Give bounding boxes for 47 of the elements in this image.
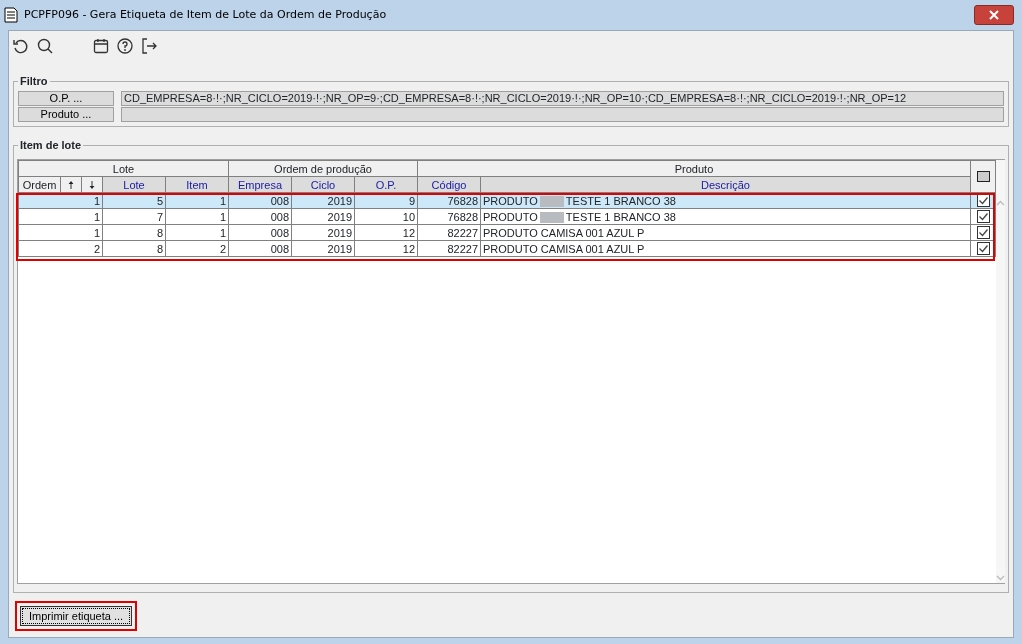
table-cell: 008 xyxy=(228,224,292,241)
group-header: Ordem de produção xyxy=(228,160,418,177)
row-checkbox[interactable] xyxy=(976,242,990,255)
table-cell: 1 xyxy=(165,208,229,225)
table-cell: 008 xyxy=(228,208,292,225)
table-cell: 8 xyxy=(102,224,166,241)
table-cell: 8 xyxy=(102,240,166,257)
table-cell: 12 xyxy=(354,240,418,257)
table-cell: 82227 xyxy=(417,224,481,241)
document-icon xyxy=(4,7,18,23)
help-icon[interactable] xyxy=(116,37,134,55)
table-cell: 2019 xyxy=(291,208,355,225)
table-cell: 008 xyxy=(228,240,292,257)
table-cell: PRODUTO CAMISA 001 AZUL P xyxy=(480,240,971,257)
table-cell: 1 xyxy=(18,208,103,225)
table-cell: 82227 xyxy=(417,240,481,257)
window-title: PCPFP096 - Gera Etiqueta de Item de Lote da Ordem de Produção xyxy=(24,6,387,23)
table-cell: 2 xyxy=(165,240,229,257)
search-icon[interactable] xyxy=(36,37,54,55)
row-checkbox[interactable] xyxy=(976,210,990,223)
filter-field[interactable] xyxy=(121,107,1004,122)
close-icon xyxy=(989,10,999,20)
table-cell: PRODUTO CAMISA 001 AZUL P xyxy=(480,224,971,241)
close-button[interactable] xyxy=(974,5,1014,25)
calendar-icon[interactable] xyxy=(92,37,110,55)
filter-field[interactable]: CD_EMPRESA=8·!·;NR_CICLO=2019·!·;NR_OP=9·;CD_EMPRESA=8·!·;NR_CICLO=2019·!·;NR_OP=10·;CD_EMPRESA=8·!·;NR_CICLO=2019·!·;NR_OP=12 xyxy=(121,91,1004,106)
items-title: Item de lote xyxy=(18,138,84,152)
exit-icon[interactable] xyxy=(140,37,158,55)
table-cell: 76828 xyxy=(417,208,481,225)
table-cell: 10 xyxy=(354,208,418,225)
table-cell: 12 xyxy=(354,224,418,241)
table-cell: 2019 xyxy=(291,240,355,257)
table-cell: 2019 xyxy=(291,224,355,241)
undo-icon[interactable] xyxy=(12,37,30,55)
filter-button[interactable]: Produto ... xyxy=(18,107,114,122)
filter-button[interactable]: O.P. ... xyxy=(18,91,114,106)
filter-title: Filtro xyxy=(18,74,50,88)
row-checkbox[interactable] xyxy=(976,226,990,239)
table-cell: 1 xyxy=(18,224,103,241)
table-cell: PRODUTO TESTE 1 BRANCO 38 xyxy=(480,208,971,225)
select-all-checkbox[interactable] xyxy=(976,170,990,183)
table-cell: 7 xyxy=(102,208,166,225)
print-label-button[interactable]: Imprimir etiqueta ... xyxy=(20,605,133,626)
table-cell: 1 xyxy=(165,224,229,241)
table-cell: 2 xyxy=(18,240,103,257)
group-header: Lote xyxy=(18,160,229,177)
group-header: Produto xyxy=(417,160,971,177)
